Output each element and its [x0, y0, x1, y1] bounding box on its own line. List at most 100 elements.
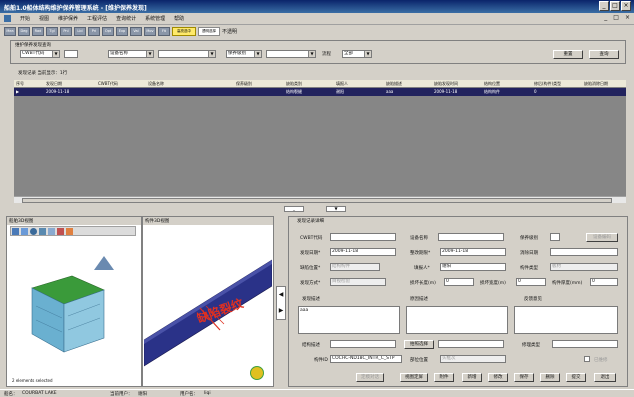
col-header[interactable]: 序号: [16, 81, 24, 87]
menu-view[interactable]: 视图: [39, 15, 49, 22]
transparency-value: 不透明: [222, 28, 238, 35]
defect-location-field[interactable]: 结构构件: [330, 263, 380, 271]
col-header[interactable]: 结构位置: [484, 81, 500, 87]
window-title: 船舶1.0船体结构维护保养管理系统 - [维护保养发现]: [4, 5, 147, 12]
horizontal-scrollbar[interactable]: [14, 196, 626, 203]
search-button[interactable]: 查询: [589, 50, 619, 59]
col-header[interactable]: 填报人: [336, 81, 348, 87]
close-button[interactable]: ×: [621, 1, 631, 11]
splitter-handle[interactable]: _: [284, 206, 304, 212]
child-minimize-button[interactable]: _: [604, 14, 607, 21]
found-date-field[interactable]: 2009-11-18: [330, 248, 396, 256]
child-close-button[interactable]: ×: [625, 14, 630, 21]
view-fit-button[interactable]: 视图定屏: [400, 373, 428, 382]
save-button[interactable]: 保存: [514, 373, 534, 382]
toolbar-btn-12[interactable]: Fit: [158, 26, 170, 36]
menu-engineering[interactable]: 工程评估: [87, 15, 107, 22]
col-header[interactable]: 缺陷消除日期: [584, 81, 608, 87]
level-field[interactable]: [550, 233, 560, 241]
child-window-controls: _ □ ×: [604, 14, 630, 21]
photo-field[interactable]: [438, 340, 504, 348]
device-name-combo[interactable]: 设备名称 ▼: [108, 50, 154, 58]
device-name-field[interactable]: [438, 233, 504, 241]
opinion-textarea[interactable]: [514, 306, 618, 334]
highlight-toggle[interactable]: 高亮选中: [172, 26, 196, 36]
menu-start[interactable]: 开始: [20, 15, 30, 22]
defect-length-field[interactable]: 0: [444, 278, 474, 286]
col-header[interactable]: 设备名称: [148, 81, 164, 87]
toolbar-btn-1[interactable]: Mea: [4, 26, 16, 36]
menu-maintenance[interactable]: 维护保养: [58, 15, 78, 22]
scroll-thumb[interactable]: [22, 198, 612, 203]
reporter-field[interactable]: 谢阳: [440, 263, 506, 271]
menu-system[interactable]: 系统管理: [145, 15, 165, 22]
col-header[interactable]: 保养级别: [236, 81, 252, 87]
toolbar-btn-8[interactable]: Opt: [102, 26, 114, 36]
description-textarea[interactable]: aaa: [298, 306, 400, 334]
completed-checkbox[interactable]: [584, 356, 590, 362]
level-value[interactable]: ▼: [266, 50, 316, 58]
repair-type-field[interactable]: [552, 340, 618, 348]
submit-button[interactable]: 提交: [566, 373, 586, 382]
photo-select-button[interactable]: 拍照选择: [404, 340, 434, 349]
panel-collapse-handle[interactable]: ◀ ▶: [276, 286, 286, 320]
cwbt-code-field[interactable]: [330, 233, 396, 241]
structure-field[interactable]: [330, 340, 396, 348]
toolbar-btn-9[interactable]: Exp: [116, 26, 128, 36]
settings-icon[interactable]: [66, 228, 73, 235]
toolbar-btn-10[interactable]: Val: [130, 26, 142, 36]
thickness-field[interactable]: 0: [590, 278, 618, 286]
splitter-handle-down[interactable]: ▼: [326, 206, 346, 212]
maximize-button[interactable]: □: [610, 1, 620, 11]
col-header[interactable]: 缺陷发现时间: [434, 81, 458, 87]
cwbt-code-combo[interactable]: CWBT代码 ▼: [20, 50, 60, 58]
color-icon[interactable]: [57, 228, 64, 235]
col-header[interactable]: 缺陷描述: [386, 81, 402, 87]
reset-button[interactable]: 重置: [553, 50, 583, 59]
delete-button[interactable]: 删除: [540, 373, 560, 382]
col-header[interactable]: CWBT代码: [98, 81, 118, 87]
table-row[interactable]: ▶ 2009-11-18 结构裂缝 谢阳 aaa 2009-11-18 结构构件…: [14, 88, 626, 96]
found-date-label: 发现日期*: [300, 251, 321, 256]
cause-textarea[interactable]: [406, 306, 508, 334]
col-header[interactable]: 发现日期: [46, 81, 62, 87]
level-combo[interactable]: 保养级别 ▼: [226, 50, 262, 58]
part-position-label: 部位位置: [410, 358, 428, 363]
edit-button[interactable]: 修改: [488, 373, 508, 382]
device-code-button[interactable]: 设备编码: [586, 233, 618, 242]
menu-help[interactable]: 帮助: [174, 15, 184, 22]
dialog-button[interactable]: 定模对话: [356, 373, 384, 382]
minimize-button[interactable]: _: [599, 1, 609, 11]
attachment-button[interactable]: 附件: [434, 373, 454, 382]
cwbt-code-input[interactable]: [64, 50, 78, 58]
status-combo[interactable]: 全部 ▼: [342, 50, 372, 58]
toolbar-btn-11[interactable]: Mov: [144, 26, 156, 36]
defect-width-field[interactable]: 0: [516, 278, 546, 286]
rectify-date-field[interactable]: 2009-11-18: [440, 248, 506, 256]
toolbar-btn-7[interactable]: Pri: [88, 26, 100, 36]
col-header[interactable]: 修后(构件)类型: [534, 81, 561, 87]
child-restore-button[interactable]: □: [613, 14, 619, 21]
transparency-toggle[interactable]: 透明选择: [198, 26, 220, 36]
pan-icon[interactable]: [12, 228, 19, 235]
zoom-icon[interactable]: [30, 228, 37, 235]
found-way-field[interactable]: 目视检验: [330, 278, 386, 286]
toolbar-btn-6[interactable]: Lbl: [74, 26, 86, 36]
toolbar-btn-5[interactable]: Pnl: [60, 26, 72, 36]
fit-icon[interactable]: [39, 228, 46, 235]
close-date-field[interactable]: [550, 248, 618, 256]
component-type-field[interactable]: 板材: [550, 263, 618, 271]
col-header[interactable]: 缺陷类别: [286, 81, 302, 87]
device-name-value[interactable]: ▼: [158, 50, 216, 58]
menu-query[interactable]: 查询统计: [116, 15, 136, 22]
rotate-icon[interactable]: [21, 228, 28, 235]
select-icon[interactable]: [48, 228, 55, 235]
toolbar-btn-4[interactable]: Tgl: [46, 26, 58, 36]
toolbar-btn-2[interactable]: Deg: [18, 26, 30, 36]
exit-button[interactable]: 退出: [594, 373, 616, 382]
toolbar-btn-3[interactable]: Rad: [32, 26, 44, 36]
component-id-field[interactable]: COCHC-ND18C_INTR_C_STP: [330, 355, 402, 363]
ship-3d-model[interactable]: [22, 268, 108, 360]
add-button[interactable]: 新增: [462, 373, 482, 382]
part-position-field[interactable]: 头框次: [440, 355, 506, 363]
